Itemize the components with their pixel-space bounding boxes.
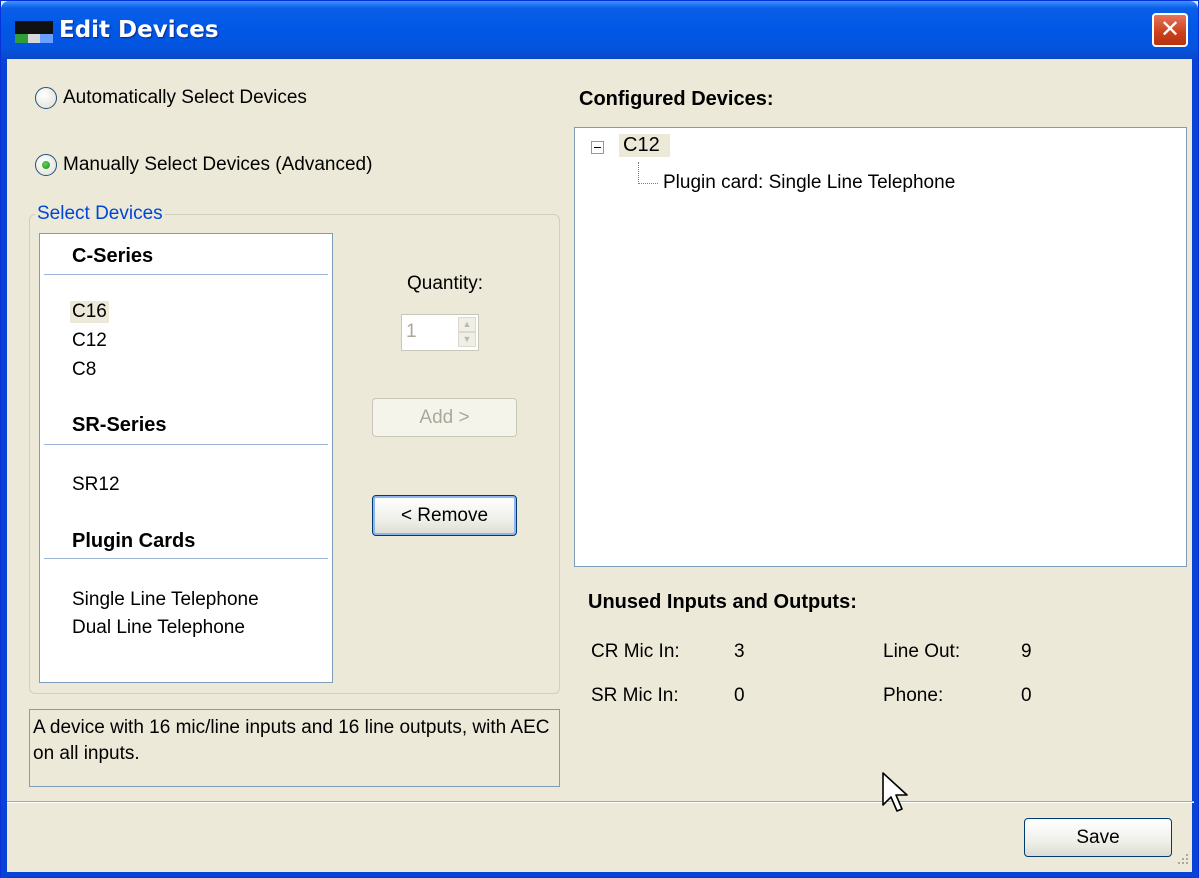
remove-button[interactable]: < Remove — [372, 495, 517, 536]
quantity-value[interactable]: 1 — [406, 321, 417, 343]
list-item-single-line-telephone[interactable]: Single Line Telephone — [72, 589, 259, 611]
quantity-stepper[interactable]: 1 ▲ ▼ — [401, 314, 479, 351]
auto-select-radio[interactable]: Automatically Select Devices — [35, 87, 307, 109]
cr-mic-in-value: 3 — [734, 641, 745, 662]
category-header-plugin-cards: Plugin Cards — [72, 530, 196, 552]
list-item-c16[interactable]: C16 — [70, 301, 109, 323]
unused-io-title: Unused Inputs and Outputs: — [588, 591, 857, 613]
category-divider — [44, 274, 328, 275]
window-border-right — [1192, 59, 1198, 878]
mouse-cursor-icon — [882, 772, 908, 812]
spin-down-icon[interactable]: ▼ — [458, 332, 476, 347]
close-button[interactable]: ✕ — [1152, 13, 1188, 47]
line-out-label: Line Out: — [883, 641, 961, 662]
list-item-dual-line-telephone[interactable]: Dual Line Telephone — [72, 617, 245, 639]
manual-select-radio[interactable]: Manually Select Devices (Advanced) — [35, 154, 372, 176]
category-divider — [44, 558, 328, 559]
sr-mic-in-label: SR Mic In: — [591, 685, 679, 706]
category-divider — [44, 444, 328, 445]
add-button[interactable]: Add > — [372, 398, 517, 437]
configured-devices-title: Configured Devices: — [579, 88, 774, 110]
tree-connector — [638, 162, 639, 184]
tree-node-c12[interactable]: C12 — [619, 134, 670, 157]
list-item-c12[interactable]: C12 — [72, 330, 107, 352]
close-icon: ✕ — [1159, 15, 1181, 43]
collapse-icon[interactable] — [591, 141, 604, 154]
radio-manual-icon[interactable] — [35, 154, 57, 176]
window-border-bottom — [1, 872, 1198, 877]
list-item-sr12[interactable]: SR12 — [72, 474, 120, 496]
phone-label: Phone: — [883, 685, 944, 706]
phone-value: 0 — [1021, 685, 1032, 706]
spin-up-icon[interactable]: ▲ — [458, 317, 476, 332]
app-icon — [15, 21, 53, 43]
save-button[interactable]: Save — [1024, 818, 1172, 857]
radio-auto-icon[interactable] — [35, 87, 57, 109]
tree-connector — [638, 183, 658, 184]
line-out-value: 9 — [1021, 641, 1032, 662]
configured-devices-tree[interactable]: C12 Plugin card: Single Line Telephone — [574, 127, 1187, 567]
category-header-c-series: C-Series — [72, 245, 154, 267]
select-devices-legend: Select Devices — [35, 203, 165, 225]
edit-devices-window: Edit Devices ✕ Automatically Select Devi… — [0, 0, 1199, 878]
quantity-label: Quantity: — [407, 273, 484, 294]
device-list[interactable]: C-Series C16 C12 C8 SR-Series SR12 Plugi… — [39, 233, 333, 683]
title-bar[interactable]: Edit Devices ✕ — [1, 1, 1198, 59]
sr-mic-in-value: 0 — [734, 685, 745, 706]
category-header-sr-series: SR-Series — [72, 414, 167, 436]
tree-node-plugin-card[interactable]: Plugin card: Single Line Telephone — [663, 172, 955, 194]
manual-select-label: Manually Select Devices (Advanced) — [63, 154, 373, 175]
auto-select-label: Automatically Select Devices — [63, 87, 307, 108]
footer-separator — [7, 801, 1194, 803]
window-title: Edit Devices — [59, 17, 219, 43]
list-item-c8[interactable]: C8 — [72, 359, 96, 381]
device-description: A device with 16 mic/line inputs and 16 … — [29, 709, 560, 787]
resize-grip-icon[interactable] — [1175, 854, 1189, 868]
cr-mic-in-label: CR Mic In: — [591, 641, 680, 662]
window-border-left — [1, 59, 7, 878]
